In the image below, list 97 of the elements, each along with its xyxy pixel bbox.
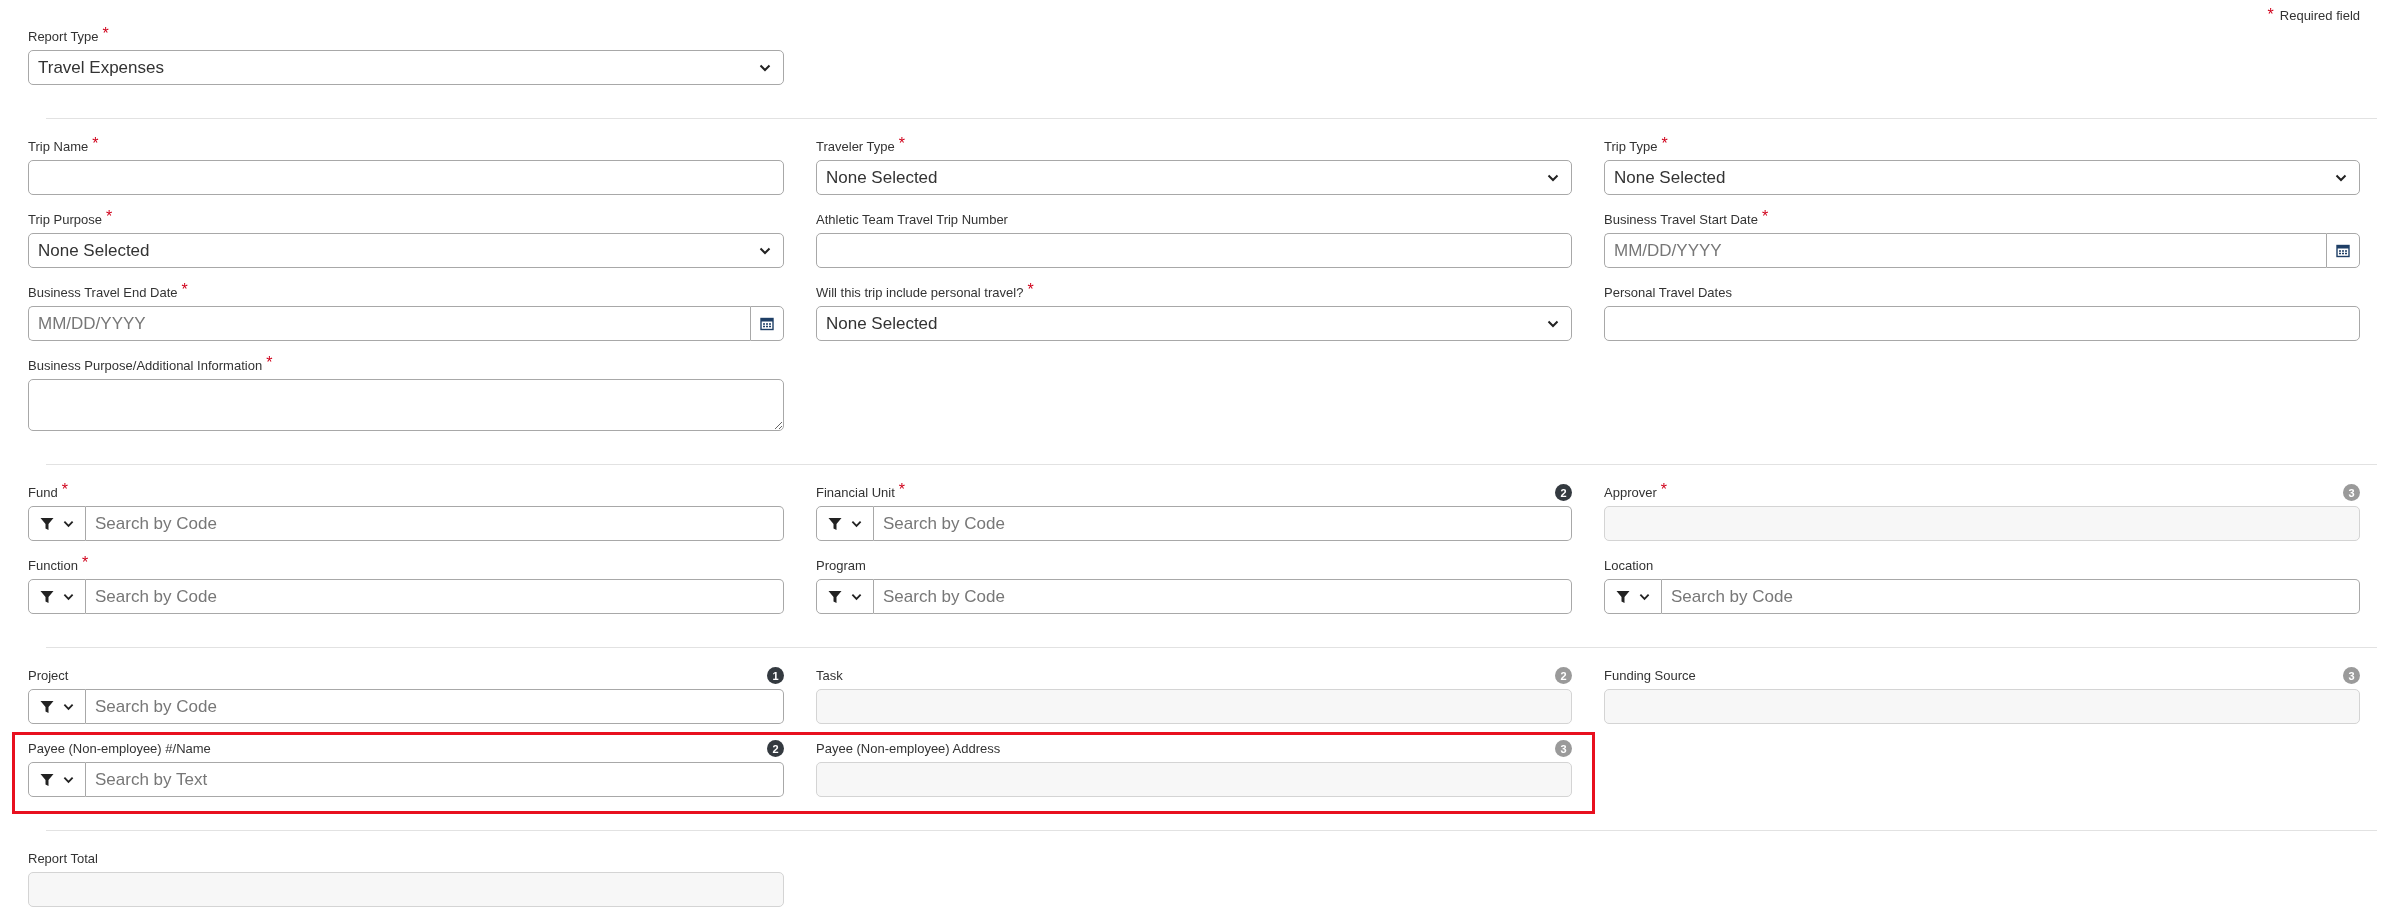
field-label: Fund	[28, 485, 58, 500]
field-label: Business Travel End Date	[28, 285, 178, 300]
filter-button[interactable]	[28, 579, 86, 614]
field-label: Payee (Non-employee) Address	[816, 741, 1001, 756]
search-input[interactable]: Search by Code	[874, 579, 1572, 614]
dropdown-value: None Selected	[826, 313, 938, 334]
filter-button[interactable]	[28, 689, 86, 724]
filter-button[interactable]	[816, 506, 874, 541]
field-label: Report Total	[28, 851, 98, 866]
required-marker: *	[81, 554, 89, 571]
search-input[interactable]: Search by Code	[86, 579, 784, 614]
filter-icon	[828, 589, 842, 604]
required-marker: *	[1761, 208, 1769, 225]
count-badge: 2	[767, 740, 784, 757]
filter-button[interactable]	[28, 762, 86, 797]
dropdown-value: None Selected	[38, 240, 150, 261]
filter-button[interactable]	[816, 579, 874, 614]
filter-icon	[1616, 589, 1630, 604]
search-input[interactable]: Search by Code	[86, 506, 784, 541]
chevron-down-icon	[63, 592, 74, 601]
search-input[interactable]: Search by Text	[86, 762, 784, 797]
field-label: Location	[1604, 558, 1654, 573]
required-marker: *	[1660, 481, 1667, 498]
chevron-down-icon	[759, 63, 771, 72]
dropdown-field[interactable]: Travel Expenses	[28, 50, 784, 85]
chevron-down-icon	[63, 519, 74, 528]
dropdown-field[interactable]: None Selected	[28, 233, 784, 268]
count-badge: 3	[2343, 484, 2360, 501]
dropdown-value: None Selected	[826, 167, 938, 188]
field-label: Payee (Non-employee) #/Name	[28, 741, 211, 756]
chevron-down-icon	[63, 775, 74, 784]
calendar-icon	[2336, 243, 2350, 258]
filter-button[interactable]	[28, 506, 86, 541]
field-label: Project	[28, 668, 69, 683]
filter-icon	[40, 589, 54, 604]
field-label: Trip Type	[1604, 139, 1658, 154]
filter-icon	[40, 772, 54, 787]
dropdown-field[interactable]: None Selected	[816, 160, 1572, 195]
field-label: Program	[816, 558, 866, 573]
field-label: Function	[28, 558, 78, 573]
dropdown-field[interactable]: None Selected	[816, 306, 1572, 341]
field-label: Will this trip include personal travel?	[816, 285, 1024, 300]
filter-icon	[40, 516, 54, 531]
field-label: Financial Unit	[816, 485, 895, 500]
filter-button[interactable]	[1604, 579, 1662, 614]
search-input[interactable]: Search by Code	[874, 506, 1572, 541]
required-marker: *	[181, 281, 188, 298]
required-marker: *	[92, 135, 99, 152]
field-label: Business Travel Start Date	[1604, 212, 1758, 227]
chevron-down-icon	[2335, 173, 2347, 182]
required-marker: *	[1661, 135, 1668, 152]
chevron-down-icon	[851, 519, 862, 528]
chevron-down-icon	[759, 246, 771, 255]
dropdown-value: Travel Expenses	[38, 57, 164, 78]
dropdown-field[interactable]: None Selected	[1604, 160, 2360, 195]
field-label: Trip Purpose	[28, 212, 102, 227]
field-label: Funding Source	[1604, 668, 1696, 683]
count-badge: 1	[767, 667, 784, 684]
count-badge: 2	[1555, 484, 1572, 501]
field-label: Personal Travel Dates	[1604, 285, 1732, 300]
calendar-button[interactable]	[750, 306, 784, 341]
chevron-down-icon	[1639, 592, 1650, 601]
chevron-down-icon	[1547, 319, 1559, 328]
required-marker: *	[102, 25, 109, 42]
search-input[interactable]: Search by Code	[1662, 579, 2360, 614]
field-label: Approver	[1604, 485, 1657, 500]
count-badge: 3	[2343, 667, 2360, 684]
dropdown-value: None Selected	[1614, 167, 1726, 188]
count-badge: 3	[1555, 740, 1572, 757]
date-input[interactable]: MM/DD/YYYY	[1604, 233, 2326, 268]
date-input[interactable]: MM/DD/YYYY	[28, 306, 750, 341]
field-label: Business Purpose/Additional Information	[28, 358, 263, 373]
required-marker: *	[2267, 7, 2274, 23]
required-marker: *	[266, 354, 273, 371]
chevron-down-icon	[851, 592, 862, 601]
required-marker: *	[105, 208, 113, 225]
text-input[interactable]	[1604, 306, 2360, 341]
search-input[interactable]: Search by Code	[86, 689, 784, 724]
text-input[interactable]	[816, 233, 1572, 268]
required-field-note: Required field	[2279, 7, 2360, 23]
chevron-down-icon	[1547, 173, 1559, 182]
required-marker: *	[898, 135, 905, 152]
chevron-down-icon	[63, 702, 74, 711]
field-label: Athletic Team Travel Trip Number	[816, 212, 1008, 227]
field-label: Trip Name	[28, 139, 89, 154]
required-marker: *	[898, 481, 905, 498]
field-label: Task	[816, 668, 843, 683]
text-input[interactable]	[28, 160, 784, 195]
calendar-icon	[760, 316, 774, 331]
count-badge: 2	[1555, 667, 1572, 684]
field-label: Report Type	[28, 29, 99, 44]
filter-icon	[828, 516, 842, 531]
calendar-button[interactable]	[2326, 233, 2360, 268]
filter-icon	[40, 699, 54, 714]
field-label: Traveler Type	[816, 139, 895, 154]
required-marker: *	[61, 481, 68, 498]
required-marker: *	[1027, 281, 1034, 298]
